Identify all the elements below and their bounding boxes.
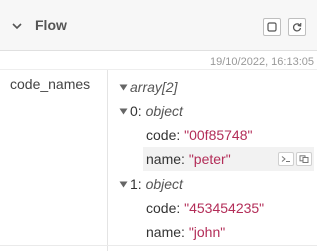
array-type-label: array[2] — [130, 79, 178, 95]
field-key: code: — [146, 127, 185, 143]
message-timestamp: 19/10/2022, 16:13:05 — [210, 56, 314, 68]
field-value: "peter" — [188, 151, 231, 167]
field-key: name: — [146, 151, 189, 167]
array-root-label[interactable]: array[2] — [130, 79, 177, 95]
copy-value-button[interactable] — [296, 152, 312, 166]
object-type-label: object — [145, 103, 183, 119]
object-field-name[interactable]: name: "john" — [146, 224, 225, 240]
divider — [0, 69, 317, 70]
expand-triangle-icon[interactable] — [119, 180, 128, 189]
array-item-1[interactable]: 1: object — [130, 176, 183, 192]
field-key: code: — [146, 200, 185, 216]
field-value: "00f85748" — [184, 127, 253, 143]
field-value: "john" — [188, 224, 226, 240]
square-icon — [267, 22, 277, 32]
terminal-icon — [281, 156, 290, 162]
array-item-0[interactable]: 0: object — [130, 103, 183, 119]
field-key: name: — [146, 224, 189, 240]
copy-button[interactable] — [263, 18, 281, 36]
refresh-button[interactable] — [288, 18, 306, 36]
debug-message-panel: Flow 19/10/2022, 16:13:05 code_names arr… — [0, 0, 317, 251]
message-header: Flow — [0, 0, 317, 51]
expand-triangle-icon[interactable] — [119, 107, 128, 116]
chevron-down-icon[interactable] — [11, 20, 23, 32]
object-field-name[interactable]: name: "peter" — [146, 151, 231, 167]
index-label: 1: — [130, 176, 146, 192]
property-divider — [107, 70, 108, 251]
object-type-label: object — [145, 176, 183, 192]
flow-title: Flow — [35, 17, 67, 33]
object-field-code[interactable]: code: "453454235" — [146, 200, 264, 216]
expand-triangle-icon[interactable] — [119, 83, 128, 92]
index-label: 0: — [130, 103, 146, 119]
refresh-icon — [292, 22, 302, 32]
clipboard-icon — [299, 155, 309, 163]
field-value: "453454235" — [184, 200, 265, 216]
property-name: code_names — [10, 76, 91, 92]
object-field-code[interactable]: code: "00f85748" — [146, 127, 252, 143]
copy-path-button[interactable] — [278, 152, 294, 166]
divider — [0, 245, 317, 246]
